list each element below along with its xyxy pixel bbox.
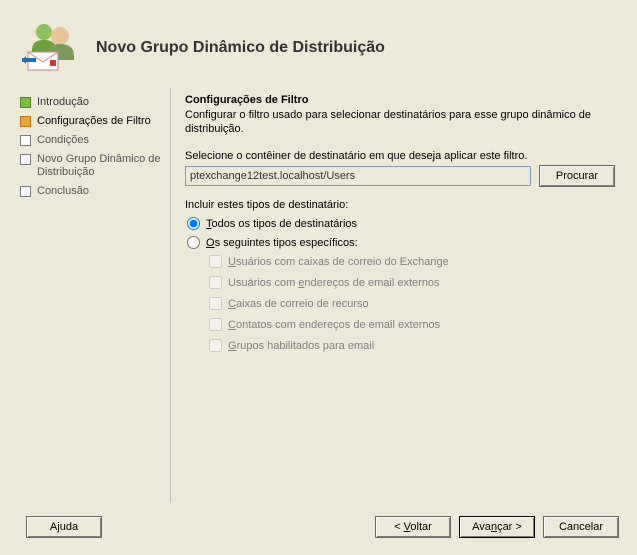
- container-input[interactable]: [185, 166, 531, 186]
- wizard-body: Introdução Configurações de Filtro Condi…: [8, 88, 629, 507]
- check-row-external-contacts: Contatos com endereços de email externos: [209, 318, 615, 331]
- next-button[interactable]: Avançar >: [459, 516, 535, 538]
- section-title: Configurações de Filtro: [185, 94, 615, 106]
- nav-step-novo-grupo[interactable]: Novo Grupo Dinâmico de Distribuição: [18, 151, 170, 181]
- step-icon: [20, 97, 31, 108]
- check-resource-mailboxes-label: Caixas de correio de recurso: [228, 298, 369, 310]
- nav-step-configuracoes-filtro[interactable]: Configurações de Filtro: [18, 113, 170, 130]
- check-external-email-users[interactable]: [209, 276, 222, 289]
- check-exchange-mailbox-label: Usuários com caixas de correio do Exchan…: [228, 256, 449, 268]
- radio-specific-label[interactable]: Os seguintes tipos específicos:: [206, 237, 358, 249]
- wizard-footer: Ajuda < Voltar Avançar > Cancelar: [8, 507, 629, 547]
- check-row-mail-enabled-groups: Grupos habilitados para email: [209, 339, 615, 352]
- step-icon: [20, 154, 31, 165]
- step-icon: [20, 186, 31, 197]
- check-row-exchange-mailbox: Usuários com caixas de correio do Exchan…: [209, 255, 615, 268]
- wizard-nav: Introdução Configurações de Filtro Condi…: [18, 88, 170, 503]
- help-button[interactable]: Ajuda: [26, 516, 102, 538]
- check-row-external-email-users: Usuários com endereços de email externos: [209, 276, 615, 289]
- radio-all-recipients[interactable]: [187, 217, 200, 230]
- check-external-email-users-label: Usuários com endereços de email externos: [228, 277, 440, 289]
- wizard-header: Novo Grupo Dinâmico de Distribuição: [8, 8, 629, 88]
- section-description: Configurar o filtro usado para seleciona…: [185, 108, 615, 136]
- include-types-label: Incluir estes tipos de destinatário:: [185, 199, 615, 211]
- distribution-group-icon: [22, 16, 86, 80]
- wizard-content: Configurações de Filtro Configurar o fil…: [170, 88, 619, 503]
- container-label: Selecione o contêiner de destinatário em…: [185, 150, 615, 162]
- back-button[interactable]: < Voltar: [375, 516, 451, 538]
- specific-types-group: Usuários com caixas de correio do Exchan…: [209, 255, 615, 352]
- page-title: Novo Grupo Dinâmico de Distribuição: [96, 39, 385, 57]
- check-exchange-mailbox[interactable]: [209, 255, 222, 268]
- check-mail-enabled-groups[interactable]: [209, 339, 222, 352]
- step-icon: [20, 116, 31, 127]
- check-external-contacts-label: Contatos com endereços de email externos: [228, 319, 440, 331]
- wizard: Novo Grupo Dinâmico de Distribuição Intr…: [8, 8, 629, 547]
- radio-specific-types[interactable]: [187, 236, 200, 249]
- nav-step-condicoes[interactable]: Condições: [18, 132, 170, 149]
- check-external-contacts[interactable]: [209, 318, 222, 331]
- check-resource-mailboxes[interactable]: [209, 297, 222, 310]
- cancel-button[interactable]: Cancelar: [543, 516, 619, 538]
- radio-all-label[interactable]: Todos os tipos de destinatários: [206, 218, 357, 230]
- nav-step-introducao[interactable]: Introdução: [18, 94, 170, 111]
- radio-all-row: Todos os tipos de destinatários: [187, 217, 615, 230]
- check-mail-enabled-groups-label: Grupos habilitados para email: [228, 340, 374, 352]
- nav-step-conclusao[interactable]: Conclusão: [18, 183, 170, 200]
- browse-button[interactable]: Procurar: [539, 165, 615, 187]
- radio-specific-row: Os seguintes tipos específicos:: [187, 236, 615, 249]
- check-row-resource-mailboxes: Caixas de correio de recurso: [209, 297, 615, 310]
- step-icon: [20, 135, 31, 146]
